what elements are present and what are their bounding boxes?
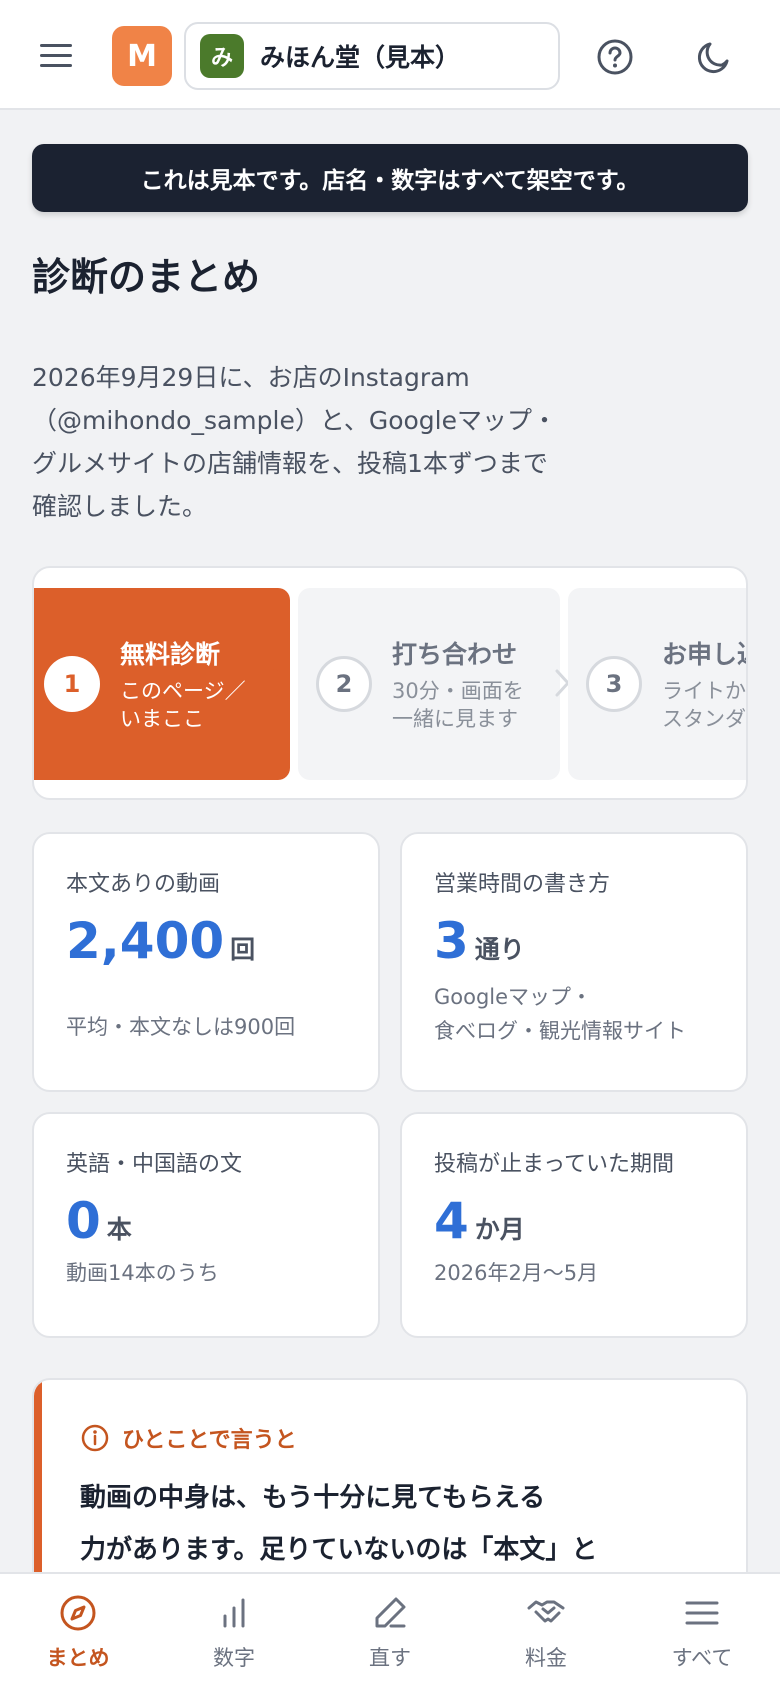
nav-item-pricing[interactable]: 料金 — [468, 1574, 624, 1688]
stat-note: 平均・本文なしは900回 — [66, 1015, 296, 1039]
nav-item-numbers[interactable]: 数字 — [156, 1574, 312, 1688]
page-title: 診断のまとめ — [32, 255, 261, 299]
nav-item-fix[interactable]: 直す — [312, 1574, 468, 1688]
stat-card-translations: 英語・中国語の文 0本 動画14本のうち — [32, 1112, 380, 1338]
stat-value: 3 通り — [434, 912, 525, 970]
step-title: 無料診断 — [120, 640, 221, 669]
step-title: お申し込み — [662, 640, 746, 669]
stat-label: 投稿が止まっていた期間 — [434, 1152, 675, 1177]
moon-icon[interactable] — [692, 34, 738, 80]
pencil-icon — [375, 1597, 406, 1628]
nav-item-all[interactable]: すべて — [624, 1574, 780, 1688]
help-icon[interactable] — [592, 34, 638, 80]
step-free-diagnosis[interactable]: 1 無料診断 このページ／ いまここ — [34, 588, 290, 780]
stat-card-video-views: 本文ありの動画 2,400 回 平均・本文なしは900回 — [32, 832, 380, 1092]
info-icon — [81, 1424, 109, 1452]
sample-notice-banner: これは見本です。店名・数字はすべて架空です。 — [32, 144, 748, 212]
summary-text: 動画の中身は、もう十分に見てもらえる 力があります。足りていないのは「本文」と — [80, 1483, 598, 1565]
progress-steps: 1 無料診断 このページ／ いまここ 2 打ち合わせ 30分・画面を 一緒に見ま… — [32, 566, 748, 800]
menu-icon — [685, 1601, 719, 1625]
store-name: みほん堂（見本） — [260, 43, 461, 72]
step-title: 打ち合わせ — [392, 640, 518, 669]
step-subtitle: ライトか スタンダード — [662, 679, 746, 731]
step-application[interactable]: 3 お申し込み ライトか スタンダード — [568, 588, 746, 780]
compass-icon — [60, 1595, 96, 1631]
stat-label: 本文ありの動画 — [66, 872, 221, 897]
step-number: 3 — [586, 656, 642, 712]
summary-label: ひとことで言うと — [122, 1428, 297, 1453]
bottom-navigation: まとめ 数字 直す 料金 すべて — [0, 1572, 780, 1688]
stat-label: 営業時間の書き方 — [434, 872, 611, 897]
stat-note: 動画14本のうち — [66, 1261, 219, 1285]
step-meeting[interactable]: 2 打ち合わせ 30分・画面を 一緒に見ます — [298, 588, 560, 780]
brand-logo: M — [112, 26, 172, 86]
stat-card-hours-format: 営業時間の書き方 3 通り Googleマップ・ 食べログ・観光情報サイト — [400, 832, 748, 1092]
stat-value: 4 か月 — [434, 1192, 525, 1250]
chevron-right-icon — [273, 669, 288, 697]
app-header: M み みほん堂（見本） — [0, 0, 780, 110]
menu-icon — [40, 43, 72, 47]
stat-note: 2026年2月〜5月 — [434, 1261, 599, 1285]
hamburger-menu-button[interactable] — [30, 32, 82, 78]
stat-note: Googleマップ・ 食べログ・観光情報サイト — [434, 985, 686, 1043]
stat-card-posting-gap: 投稿が止まっていた期間 4 か月 2026年2月〜5月 — [400, 1112, 748, 1338]
stat-value: 0本 — [66, 1192, 132, 1250]
step-subtitle: このページ／ いまここ — [120, 679, 246, 731]
bar-chart-icon — [223, 1598, 245, 1628]
store-selector[interactable]: み みほん堂（見本） — [184, 22, 560, 90]
nav-item-summary[interactable]: まとめ — [0, 1574, 156, 1688]
handshake-icon — [527, 1600, 565, 1623]
store-avatar: み — [200, 34, 244, 78]
stat-label: 英語・中国語の文 — [66, 1152, 243, 1177]
step-number: 1 — [44, 656, 100, 712]
step-subtitle: 30分・画面を 一緒に見ます — [392, 679, 524, 731]
intro-text: 2026年9月29日に、お店のInstagram （@mihondo_sampl… — [32, 363, 558, 521]
step-number: 2 — [316, 656, 372, 712]
stat-value: 2,400 回 — [66, 912, 256, 970]
